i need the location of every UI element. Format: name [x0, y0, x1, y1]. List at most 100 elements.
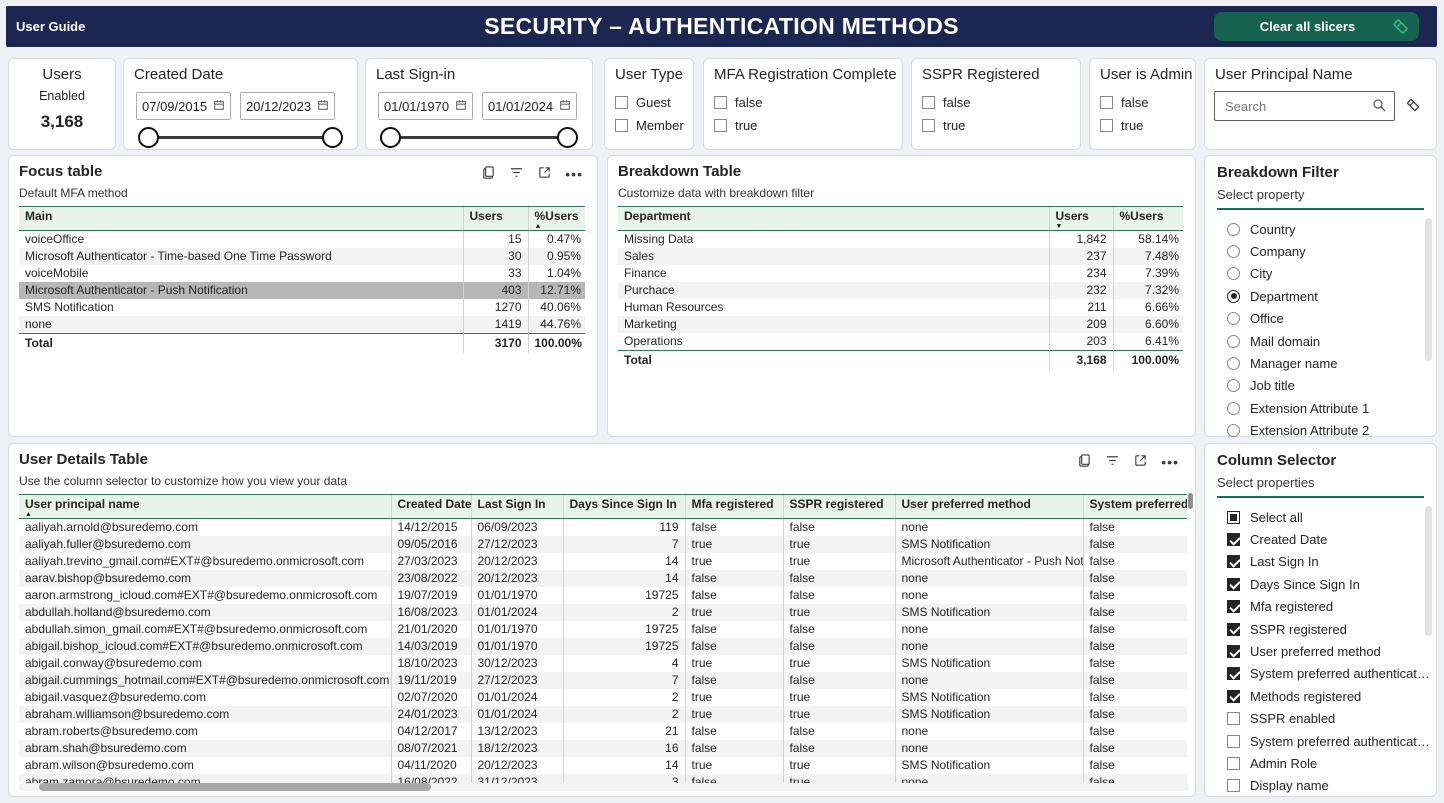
ud-col-last-sign-in[interactable]: Last Sign In	[471, 495, 563, 519]
mfa-registration-option-true[interactable]: true	[714, 118, 892, 133]
user-is-admin-option-false[interactable]: false	[1100, 95, 1185, 110]
breakdown-filter-option-office[interactable]: Office	[1227, 308, 1430, 330]
user-type-option-guest[interactable]: Guest	[615, 95, 683, 110]
filter-icon[interactable]	[1105, 453, 1120, 471]
column-selector-item-display-name[interactable]: Display name	[1227, 775, 1430, 797]
more-options-icon[interactable]: •••	[1161, 457, 1179, 467]
breakdown-table-row[interactable]: Purchace2327.32%	[618, 282, 1183, 299]
user-details-row[interactable]: aaliyah.trevino_gmail.com#EXT#@bsuredemo…	[19, 553, 1187, 570]
breakdown-col-department[interactable]: Department	[618, 207, 1049, 231]
radio-icon[interactable]	[1227, 402, 1240, 415]
checkbox-unchecked-icon[interactable]	[922, 119, 935, 132]
breakdown-filter-option-country[interactable]: Country	[1227, 218, 1430, 240]
breakdown-table-row[interactable]: Operations2036.41%	[618, 333, 1183, 351]
last-sign-in-end-input[interactable]: 01/01/2024	[482, 92, 577, 120]
checkbox-unchecked-icon[interactable]	[615, 96, 628, 109]
breakdown-filter-option-city[interactable]: City	[1227, 263, 1430, 285]
user-details-row[interactable]: abraham.williamson@bsuredemo.com24/01/20…	[19, 706, 1187, 723]
column-selector-item-system-preferred-authentication[interactable]: System preferred authentication	[1227, 663, 1430, 685]
checkbox-unchecked-icon[interactable]	[1227, 712, 1240, 725]
user-is-admin-option-true[interactable]: true	[1100, 118, 1185, 133]
breakdown-col-users[interactable]: Users▼	[1049, 207, 1113, 231]
ud-col-user-preferred[interactable]: User preferred method	[895, 495, 1083, 519]
user-details-row[interactable]: abigail.vasquez@bsuredemo.com02/07/20200…	[19, 689, 1187, 706]
breakdown-filter-option-mail-domain[interactable]: Mail domain	[1227, 330, 1430, 352]
focus-mode-icon[interactable]	[537, 165, 552, 183]
slider-handle-left[interactable]	[380, 127, 401, 148]
radio-icon[interactable]	[1227, 335, 1240, 348]
checkbox-checked-icon[interactable]	[1227, 645, 1240, 658]
checkbox-unchecked-icon[interactable]	[1100, 96, 1113, 109]
breakdown-filter-option-job-title[interactable]: Job title	[1227, 375, 1430, 397]
calendar-icon[interactable]	[317, 99, 329, 114]
checkbox-indeterminate-icon[interactable]	[1227, 511, 1240, 524]
mfa-registration-option-false[interactable]: false	[714, 95, 892, 110]
column-selector-item-methods-registered[interactable]: Methods registered	[1227, 685, 1430, 707]
breakdown-col-pct-users[interactable]: %Users	[1113, 207, 1183, 231]
breakdown-table-row[interactable]: Marketing2096.60%	[618, 316, 1183, 333]
vertical-scrollbar-thumb[interactable]	[1188, 493, 1193, 509]
column-selector-item-sspr-enabled[interactable]: SSPR enabled	[1227, 708, 1430, 730]
column-selector-item-admin-role[interactable]: Admin Role	[1227, 752, 1430, 774]
ud-col-created-date[interactable]: Created Date	[391, 495, 471, 519]
search-box[interactable]	[1214, 91, 1395, 121]
radio-icon[interactable]	[1227, 312, 1240, 325]
checkbox-checked-icon[interactable]	[1227, 533, 1240, 546]
checkbox-unchecked-icon[interactable]	[1227, 735, 1240, 748]
checkbox-checked-icon[interactable]	[1227, 667, 1240, 680]
breakdown-filter-option-department[interactable]: Department	[1227, 285, 1430, 307]
focus-col-main[interactable]: Main	[19, 207, 463, 231]
breakdown-filter-option-extension-attribute-2[interactable]: Extension Attribute 2	[1227, 420, 1430, 442]
user-details-row[interactable]: abigail.cummings_hotmail.com#EXT#@bsured…	[19, 672, 1187, 689]
radio-selected-icon[interactable]	[1227, 290, 1240, 303]
search-input[interactable]	[1223, 98, 1357, 115]
column-selector-item-user-preferred-method[interactable]: User preferred method	[1227, 640, 1430, 662]
last-sign-in-start-input[interactable]: 01/01/1970	[378, 92, 473, 120]
focus-table-row[interactable]: none141944.76%	[19, 316, 585, 334]
user-details-row[interactable]: abram.roberts@bsuredemo.com04/12/201713/…	[19, 723, 1187, 740]
radio-icon[interactable]	[1227, 357, 1240, 370]
user-details-row[interactable]: abigail.bishop_icloud.com#EXT#@bsuredemo…	[19, 638, 1187, 655]
ud-col-upn[interactable]: User principal name▲	[19, 495, 391, 519]
horizontal-scrollbar-thumb[interactable]	[39, 783, 431, 791]
column-selector-item-days-since-sign-in[interactable]: Days Since Sign In	[1227, 573, 1430, 595]
breakdown-table-row[interactable]: Sales2377.48%	[618, 248, 1183, 265]
horizontal-scrollbar[interactable]	[19, 783, 1189, 791]
breakdown-filter-option-extension-attribute-1[interactable]: Extension Attribute 1	[1227, 397, 1430, 419]
checkbox-unchecked-icon[interactable]	[922, 96, 935, 109]
clear-search-icon[interactable]	[1405, 97, 1421, 116]
breakdown-filter-scrollbar[interactable]	[1425, 218, 1432, 361]
slider-handle-right[interactable]	[557, 127, 578, 148]
column-selector-scrollbar[interactable]	[1425, 506, 1432, 636]
checkbox-unchecked-icon[interactable]	[1100, 119, 1113, 132]
breakdown-table-row[interactable]: Finance2347.39%	[618, 265, 1183, 282]
focus-mode-icon[interactable]	[1133, 453, 1148, 471]
checkbox-checked-icon[interactable]	[1227, 578, 1240, 591]
slider-handle-right[interactable]	[322, 127, 343, 148]
focus-col-users[interactable]: Users	[463, 207, 528, 231]
checkbox-unchecked-icon[interactable]	[1227, 779, 1240, 792]
column-selector-item-system-preferred-authentication-[interactable]: System preferred authentication ...	[1227, 730, 1430, 752]
created-date-end-input[interactable]: 20/12/2023	[240, 92, 335, 120]
user-details-row[interactable]: abdullah.simon_gmail.com#EXT#@bsuredemo.…	[19, 621, 1187, 638]
radio-icon[interactable]	[1227, 223, 1240, 236]
radio-icon[interactable]	[1227, 267, 1240, 280]
ud-col-days-since[interactable]: Days Since Sign In	[563, 495, 685, 519]
focus-table-row[interactable]: Microsoft Authenticator - Push Notificat…	[19, 282, 585, 299]
focus-table-row[interactable]: SMS Notification127040.06%	[19, 299, 585, 316]
calendar-icon[interactable]	[455, 99, 467, 114]
user-details-row[interactable]: aaliyah.fuller@bsuredemo.com09/05/201627…	[19, 536, 1187, 553]
radio-icon[interactable]	[1227, 379, 1240, 392]
breakdown-table-row[interactable]: Missing Data1,84258.14%	[618, 231, 1183, 249]
copy-icon[interactable]	[1077, 453, 1092, 471]
checkbox-unchecked-icon[interactable]	[714, 96, 727, 109]
user-details-row[interactable]: aaron.armstrong_icloud.com#EXT#@bsuredem…	[19, 587, 1187, 604]
radio-icon[interactable]	[1227, 424, 1240, 437]
filter-icon[interactable]	[509, 165, 524, 183]
user-details-row[interactable]: abram.zamora@bsuredemo.com16/08/202231/1…	[19, 774, 1187, 783]
user-details-row[interactable]: abram.shah@bsuredemo.com08/07/202118/12/…	[19, 740, 1187, 757]
sspr-registered-option-true[interactable]: true	[922, 118, 1070, 133]
user-details-row[interactable]: abdullah.holland@bsuredemo.com16/08/2023…	[19, 604, 1187, 621]
breakdown-filter-option-company[interactable]: Company	[1227, 240, 1430, 262]
column-selector-item-sspr-registered[interactable]: SSPR registered	[1227, 618, 1430, 640]
